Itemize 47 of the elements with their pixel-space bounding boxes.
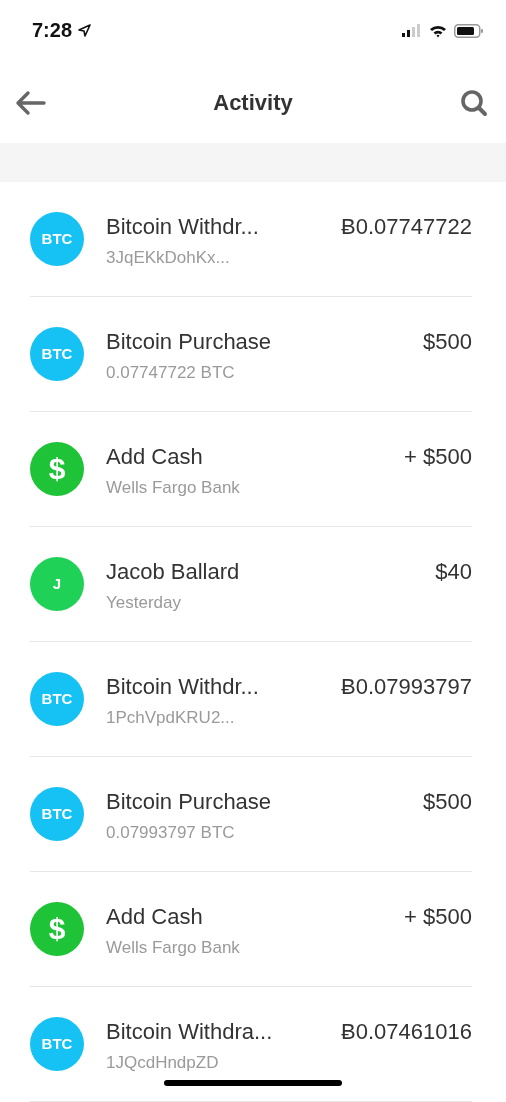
transaction-subtitle: 3JqEKkDohKx... [106, 248, 231, 268]
wifi-icon [429, 23, 447, 38]
transaction-subtitle: 0.07993797 BTC [106, 823, 236, 843]
transaction-title: Add Cash [106, 444, 203, 470]
status-time: 7:28 [32, 19, 73, 43]
signal-icon [402, 24, 422, 38]
transaction-subtitle: Wells Fargo Bank [106, 938, 241, 958]
avatar: BTC [30, 672, 84, 726]
screen-title: Activity [213, 89, 293, 116]
transaction-title: Jacob Ballard [106, 559, 240, 585]
transaction-subtitle: 1JQcdHndpZD [106, 1053, 220, 1073]
transaction-amount: + $500 [404, 904, 472, 930]
avatar: $ [30, 902, 84, 956]
avatar: $ [30, 442, 84, 496]
transaction-row[interactable]: BTC Bitcoin Purchase $500 0.07993797 BTC [30, 757, 472, 872]
search-button[interactable] [460, 88, 488, 117]
transaction-title: Add Cash [106, 904, 203, 930]
transaction-title: Bitcoin Purchase [106, 789, 272, 815]
avatar: BTC [30, 1017, 84, 1071]
transaction-subtitle: Yesterday [106, 593, 182, 613]
transaction-row[interactable]: $ Add Cash + $500 Wells Fargo Bank [30, 872, 472, 987]
transaction-amount: Ƀ0.07461016 [341, 1019, 472, 1045]
transaction-title: Bitcoin Purchase [106, 329, 272, 355]
transaction-amount: + $500 [404, 444, 472, 470]
transaction-amount: $500 [423, 329, 472, 355]
transaction-row[interactable]: BTC Bitcoin Withdr... Ƀ0.07747722 3JqEKkDohKx... [30, 182, 472, 297]
transaction-row[interactable]: $ Add Cash + $500 Wells Fargo Bank [30, 412, 472, 527]
transaction-title: Bitcoin Withdra... [106, 1019, 273, 1045]
transaction-amount: Ƀ0.07747722 [341, 214, 472, 240]
transaction-subtitle: 1PchVpdKRU2... [106, 708, 236, 728]
transaction-title: Bitcoin Withdr... [106, 674, 259, 700]
transaction-title: Bitcoin Withdr... [106, 214, 259, 240]
transaction-amount: $500 [423, 789, 472, 815]
battery-icon [454, 23, 484, 38]
avatar: BTC [30, 327, 84, 381]
avatar: BTC [30, 212, 84, 266]
transaction-subtitle: Wells Fargo Bank [106, 478, 241, 498]
avatar: J [30, 557, 84, 611]
transaction-row[interactable]: BTC Bitcoin Withdr... Ƀ0.07993797 1PchVpdKRU2... [30, 642, 472, 757]
transaction-subtitle: 0.07747722 BTC [106, 363, 236, 383]
transaction-row[interactable]: J Jacob Ballard $40 Yesterday [30, 527, 472, 642]
transaction-amount: $40 [435, 559, 472, 585]
location-arrow-icon [78, 24, 92, 38]
transaction-amount: Ƀ0.07993797 [341, 674, 472, 700]
avatar: BTC [30, 787, 84, 841]
transaction-row[interactable]: BTC Bitcoin Purchase $500 0.07747722 BTC [30, 297, 472, 412]
back-button[interactable] [14, 89, 46, 116]
